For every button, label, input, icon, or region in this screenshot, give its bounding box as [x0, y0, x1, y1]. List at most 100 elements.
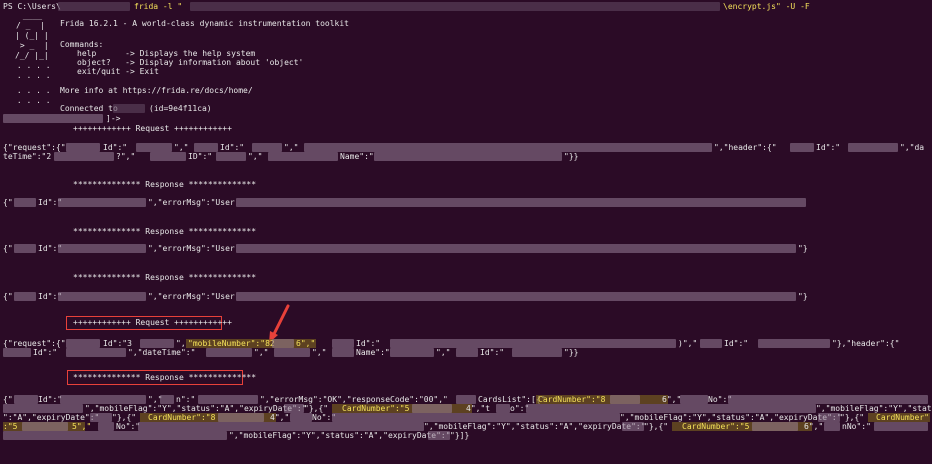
redacted-username [58, 2, 130, 11]
redacted-field [54, 152, 114, 161]
redacted-field [332, 348, 354, 357]
redacted-card [610, 395, 640, 404]
response-header: ************** Response ************** [73, 373, 257, 382]
connected-label: Connected to [60, 104, 118, 113]
redacted-field [3, 404, 83, 413]
redacted-field [390, 339, 676, 348]
redacted-field [198, 395, 258, 404]
redacted-field [90, 413, 112, 422]
more-info: More info at https://frida.re/docs/home/ [60, 86, 253, 95]
frida-logo-line: . . . . [12, 86, 51, 95]
redacted-field [194, 143, 218, 152]
connected-id: (id=9e4f11ca) [149, 104, 212, 113]
redacted-field [680, 395, 708, 404]
redacted-field [304, 143, 712, 152]
redacted-field [428, 431, 450, 440]
redacted-message [236, 244, 796, 253]
req2-line2: "," [312, 348, 327, 357]
redacted-field [818, 413, 840, 422]
redacted-field [58, 198, 146, 207]
redacted-field [456, 395, 476, 404]
redacted-message [236, 292, 796, 301]
resp-text: ","errorMsg":"User [148, 292, 235, 301]
resp-prefix: {" [3, 198, 13, 207]
req1-line2: ID":" [188, 152, 213, 161]
req2-line2: "," [254, 348, 269, 357]
redacted-message [236, 198, 806, 207]
req2-line2: Id":" [480, 348, 505, 357]
command-exit: exit/quit -> Exit [77, 67, 159, 76]
response-header: ************** Response ************** [73, 180, 257, 189]
req2-line2: "}} [564, 348, 579, 357]
redacted-field [390, 348, 434, 357]
resp4-text: ","mobileFlag":"Y","status":"A","expiryD… [229, 431, 451, 440]
redacted-field [456, 348, 478, 357]
resp4-text: 6"," [804, 422, 824, 431]
req1-line2: "," [248, 152, 263, 161]
redacted-field [622, 422, 644, 431]
redacted-field [512, 348, 562, 357]
redacted-field [758, 339, 830, 348]
redacted-field [3, 431, 227, 440]
req2-text: "},"header":{" [832, 339, 900, 348]
redacted-field [332, 413, 620, 422]
req1-line2: "}} [564, 152, 579, 161]
frida-command: frida -l " [134, 2, 183, 11]
req1-text: ","header":{" [714, 143, 777, 152]
redacted-field [14, 292, 36, 301]
redacted-field [150, 152, 186, 161]
resp-end: "} [798, 292, 808, 301]
frida-logo-line: /_/ |_| [15, 51, 49, 60]
redacted-field [728, 395, 928, 404]
req2-line2: Id":" [33, 348, 58, 357]
redacted-field [140, 339, 174, 348]
req1-line2: ?"," [116, 152, 136, 161]
resp-end: "} [798, 244, 808, 253]
resp-text: ","errorMsg":"User [148, 244, 235, 253]
frida-logo-line: ____ [18, 11, 43, 20]
request-header: ++++++++++++ Request ++++++++++++ [73, 124, 232, 133]
req2-line2: "," [436, 348, 451, 357]
frida-logo-line: . . . . [12, 61, 51, 70]
resp4-text: "},{" [644, 422, 669, 431]
redacted-field [290, 413, 312, 422]
frida-logo-line: . . . . [12, 96, 51, 105]
redacted-device [113, 104, 145, 113]
response-header: ************** Response ************** [73, 227, 257, 236]
redacted-field [206, 348, 252, 357]
redacted-card [218, 413, 264, 422]
redacted-field [874, 422, 928, 431]
redacted-field [14, 198, 36, 207]
redacted-card [752, 422, 798, 431]
redacted-field [790, 143, 814, 152]
req2-text: )"," [678, 339, 698, 348]
redacted-field [274, 348, 310, 357]
redacted-field [136, 143, 172, 152]
redacted-field [66, 339, 100, 348]
redacted-field [98, 422, 114, 431]
req1-line2: teTime":"2 [3, 152, 52, 161]
redacted-field [60, 395, 146, 404]
req2-line2: ","dateTime":" [128, 348, 196, 357]
frida-logo-line: . . . . [12, 71, 51, 80]
frida-logo-line: | (_| | [15, 31, 49, 40]
redacted-field [700, 339, 722, 348]
device-prompt: ]-> [106, 114, 121, 123]
redacted-field [3, 348, 31, 357]
script-name: \encrypt.js" -U -F [723, 2, 810, 11]
request-header: ++++++++++++ Request ++++++++++++ [73, 318, 232, 327]
redacted-field [374, 152, 562, 161]
redacted-field [216, 152, 246, 161]
frida-logo-line: / _ | [16, 21, 45, 30]
resp-prefix: {" [3, 292, 13, 301]
redacted-field [14, 395, 38, 404]
redacted-field [284, 404, 304, 413]
req1-text: Id":" [816, 143, 841, 152]
redacted-field [138, 422, 424, 431]
redacted-field [332, 339, 354, 348]
redacted-card [412, 404, 452, 413]
redacted-field [160, 395, 174, 404]
redacted-field [824, 422, 840, 431]
req1-text: ","da [900, 143, 925, 152]
resp-prefix: {" [3, 244, 13, 253]
